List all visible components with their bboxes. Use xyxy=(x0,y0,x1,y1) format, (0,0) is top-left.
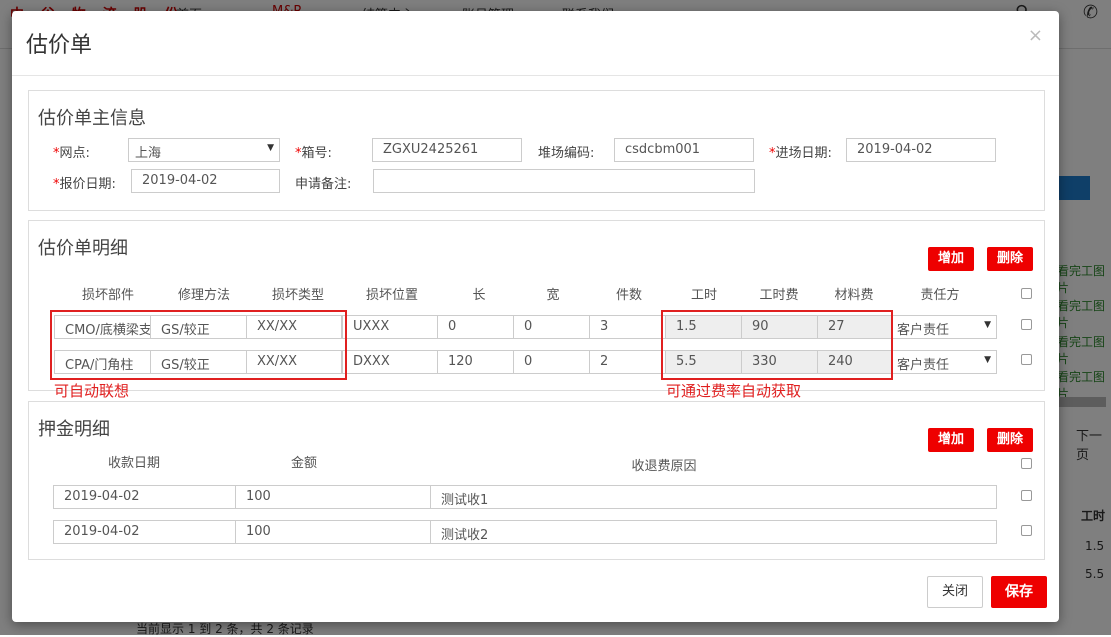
position-input[interactable]: UXXX xyxy=(342,315,438,339)
col-header: 收退费原因 xyxy=(631,459,697,474)
remark-input[interactable] xyxy=(373,169,755,193)
col-header: 金额 xyxy=(290,456,317,471)
dropdown-arrow-icon: ▼ xyxy=(267,143,274,153)
col-header: 修理方法 xyxy=(177,288,230,303)
length-input[interactable]: 0 xyxy=(437,315,514,339)
deposit-date-input[interactable]: 2019-04-02 xyxy=(53,485,236,509)
deposit-amount-input[interactable]: 100 xyxy=(235,520,431,544)
col-header: 损坏位置 xyxy=(365,288,418,303)
close-icon[interactable]: × xyxy=(1028,25,1043,46)
row-checkbox[interactable] xyxy=(1021,525,1032,536)
deposit-date-input[interactable]: 2019-04-02 xyxy=(53,520,236,544)
branch-label: *网点: xyxy=(53,146,90,161)
col-header: 责任方 xyxy=(920,288,960,303)
modal-header: 估价单 × xyxy=(12,11,1059,76)
row-checkbox[interactable] xyxy=(1021,490,1032,501)
col-header: 长 xyxy=(472,288,486,303)
main-info-panel: 估价单主信息 *网点: 上海 ▼ *箱号: ZGXU2425261 堆场编码: … xyxy=(28,90,1045,211)
dropdown-arrow-icon: ▼ xyxy=(984,355,991,365)
main-info-title: 估价单主信息 xyxy=(38,108,146,129)
select-all-checkbox[interactable] xyxy=(1021,288,1032,299)
row-checkbox[interactable] xyxy=(1021,319,1032,330)
yard-code-input[interactable]: csdcbm001 xyxy=(614,138,754,162)
width-input[interactable]: 0 xyxy=(513,350,590,374)
add-deposit-button[interactable]: 增加 xyxy=(928,428,975,452)
dropdown-arrow-icon: ▼ xyxy=(984,320,991,330)
branch-select[interactable]: 上海 ▼ xyxy=(128,138,280,162)
box-no-input[interactable]: ZGXU2425261 xyxy=(372,138,522,162)
col-header: 工时 xyxy=(690,288,717,303)
entry-date-label: *进场日期: xyxy=(769,146,832,161)
details-title: 估价单明细 xyxy=(38,238,128,259)
modal-title: 估价单 xyxy=(26,33,93,58)
width-input[interactable]: 0 xyxy=(513,315,590,339)
delete-detail-button[interactable]: 删除 xyxy=(987,247,1034,271)
qty-input[interactable]: 3 xyxy=(589,315,666,339)
col-header: 材料费 xyxy=(834,288,874,303)
deposit-reason-input[interactable]: 测试收1 xyxy=(430,485,997,509)
annotation-box-autocomplete xyxy=(50,310,347,380)
col-header: 损坏类型 xyxy=(271,288,324,303)
deposit-reason-input[interactable]: 测试收2 xyxy=(430,520,997,544)
save-button[interactable]: 保存 xyxy=(991,576,1047,608)
deposit-amount-input[interactable]: 100 xyxy=(235,485,431,509)
deposit-panel: 押金明细 增加 删除 收款日期 金额 收退费原因 2019-04-02 100 … xyxy=(28,401,1045,560)
length-input[interactable]: 120 xyxy=(437,350,514,374)
qty-input[interactable]: 2 xyxy=(589,350,666,374)
col-header: 件数 xyxy=(615,288,642,303)
estimate-modal: 估价单 × 估价单主信息 *网点: 上海 ▼ *箱号: ZGXU2425261 … xyxy=(12,11,1059,622)
deposit-title: 押金明细 xyxy=(38,419,110,440)
position-input[interactable]: DXXX xyxy=(342,350,438,374)
row-checkbox[interactable] xyxy=(1021,354,1032,365)
quote-date-label: *报价日期: xyxy=(53,177,116,192)
delete-deposit-button[interactable]: 删除 xyxy=(987,428,1034,452)
col-header: 收款日期 xyxy=(107,456,160,471)
entry-date-input[interactable]: 2019-04-02 xyxy=(846,138,996,162)
responsible-party-select[interactable]: 客户责任 ▼ xyxy=(892,315,997,339)
annotation-box-auto-fee xyxy=(661,310,893,380)
yard-code-label: 堆场编码: xyxy=(538,146,595,161)
remark-label: 申请备注: xyxy=(295,177,352,192)
box-no-label: *箱号: xyxy=(295,146,332,161)
col-header: 宽 xyxy=(546,288,560,303)
annotation-autocomplete: 可自动联想 xyxy=(54,382,130,400)
responsible-party-select[interactable]: 客户责任 ▼ xyxy=(892,350,997,374)
quote-date-input[interactable]: 2019-04-02 xyxy=(131,169,280,193)
details-panel: 估价单明细 增加 删除 损坏部件 修理方法 损坏类型 损坏位置 长 宽 件数 工… xyxy=(28,220,1045,400)
add-detail-button[interactable]: 增加 xyxy=(928,247,975,271)
select-all-checkbox[interactable] xyxy=(1021,458,1032,469)
col-header: 损坏部件 xyxy=(81,288,134,303)
close-button[interactable]: 关闭 xyxy=(927,576,984,608)
annotation-auto-fee: 可通过费率自动获取 xyxy=(666,382,802,400)
col-header: 工时费 xyxy=(759,288,799,303)
